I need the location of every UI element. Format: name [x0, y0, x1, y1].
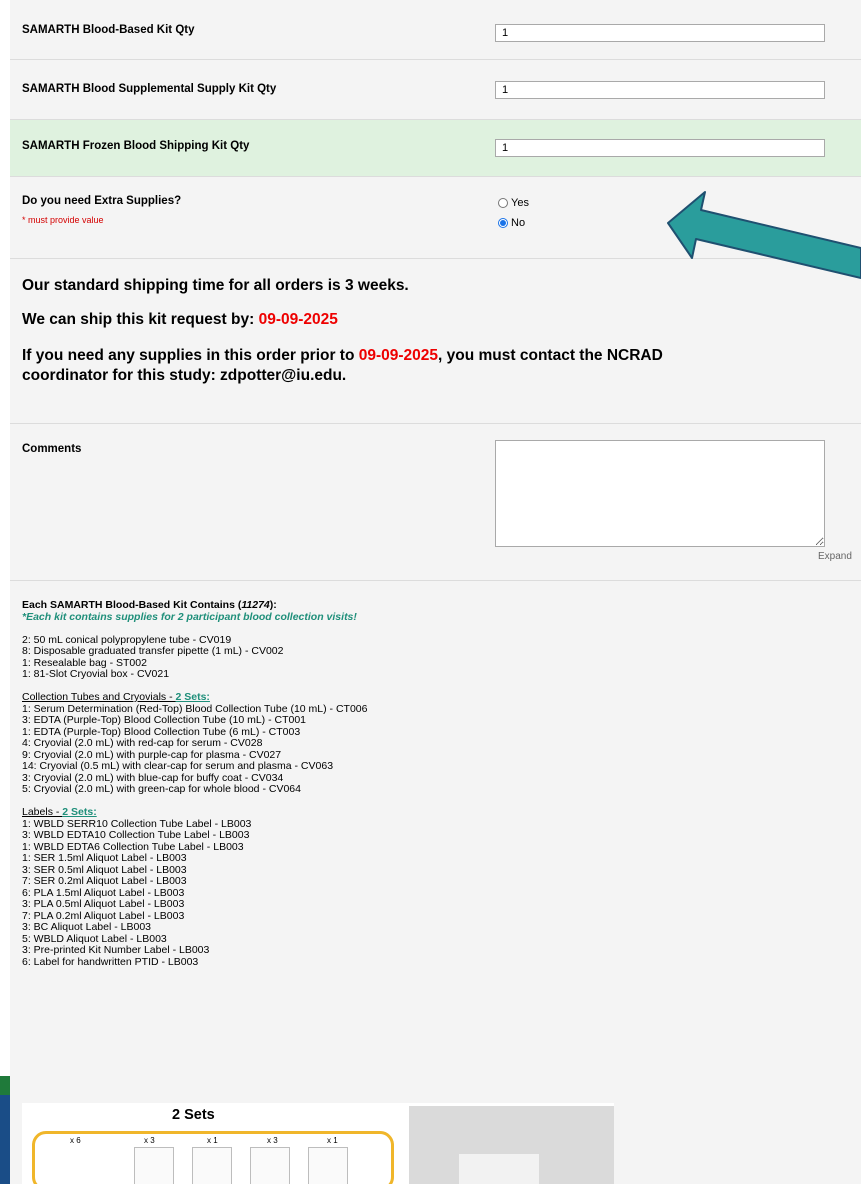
kit-contents-title: Each SAMARTH Blood-Based Kit Contains (1…	[22, 599, 368, 612]
illustration-qty: x 1	[327, 1136, 338, 1145]
label-card-image	[192, 1147, 232, 1184]
form-panel: SAMARTH Blood-Based Kit Qty SAMARTH Bloo…	[10, 0, 861, 1184]
collection-heading-text: Collection Tubes and Cryovials -	[22, 691, 176, 703]
radio-yes-icon[interactable]	[498, 198, 508, 208]
radio-no-label: No	[511, 217, 526, 229]
list-item: 14: Cryovial (0.5 mL) with clear-cap for…	[22, 760, 334, 772]
list-item: 3: WBLD EDTA10 Collection Tube Label - L…	[22, 829, 250, 841]
labels-sets: 2 Sets:	[62, 806, 97, 818]
list-item: 6: Label for handwritten PTID - LB003	[22, 955, 199, 968]
list-item: 3: PLA 0.5ml Aliquot Label - LB003	[22, 898, 185, 910]
contact-prefix: If you need any supplies in this order p…	[22, 347, 359, 364]
field-row-supplemental-kit: SAMARTH Blood Supplemental Supply Kit Qt…	[10, 60, 861, 120]
kit-contents: Each SAMARTH Blood-Based Kit Contains (1…	[22, 599, 368, 968]
illustration-qty: x 3	[144, 1136, 155, 1145]
illustration-qty: x 1	[207, 1136, 218, 1145]
list-item: 8: Disposable graduated transfer pipette…	[22, 645, 284, 657]
comments-textarea[interactable]	[495, 440, 825, 547]
list-item: 1: SER 1.5ml Aliquot Label - LB003	[22, 852, 187, 864]
frozen-shipping-kit-qty-input[interactable]	[495, 139, 825, 157]
kit-contents-subtitle: *Each kit contains supplies for 2 partic…	[22, 610, 357, 623]
field-label: SAMARTH Blood Supplemental Supply Kit Qt…	[22, 83, 277, 95]
comments-label: Comments	[22, 443, 82, 455]
expand-link[interactable]: Expand	[818, 551, 852, 562]
left-edge-strip	[0, 0, 10, 1184]
label-card-image	[250, 1147, 290, 1184]
kit-title-suffix: ):	[269, 599, 277, 611]
kit-id: 11274	[241, 599, 270, 611]
field-row-blood-based-kit: SAMARTH Blood-Based Kit Qty	[10, 0, 861, 60]
label-card-image	[308, 1147, 348, 1184]
field-label: SAMARTH Frozen Blood Shipping Kit Qty	[22, 140, 250, 152]
blood-based-kit-qty-input[interactable]	[495, 24, 825, 42]
contact-text-line2: coordinator for this study: zdpotter@iu.…	[22, 367, 347, 384]
radio-yes-label: Yes	[511, 197, 529, 209]
list-item: 4: Cryovial (2.0 mL) with red-cap for se…	[22, 737, 263, 749]
shipping-time-text: Our standard shipping time for all order…	[22, 277, 409, 294]
list-item: 3: BC Aliquot Label - LB003	[22, 921, 152, 933]
illustration-qty: x 3	[267, 1136, 278, 1145]
label-card-image	[134, 1147, 174, 1184]
resealable-bag-image	[409, 1106, 614, 1184]
radio-option-no[interactable]: No	[498, 217, 525, 229]
kit-title-prefix: Each SAMARTH Blood-Based Kit Contains (	[22, 599, 242, 611]
field-row-frozen-shipping-kit: SAMARTH Frozen Blood Shipping Kit Qty	[10, 120, 861, 177]
list-item: 3: EDTA (Purple-Top) Blood Collection Tu…	[22, 714, 307, 726]
list-item: 5: Cryovial (2.0 mL) with green-cap for …	[22, 783, 301, 795]
left-edge-blue-accent	[0, 1095, 10, 1184]
required-note: * must provide value	[22, 215, 104, 225]
contact-text-line1: If you need any supplies in this order p…	[22, 346, 663, 366]
list-item: 1: 81-Slot Cryovial box - CV021	[22, 668, 170, 680]
contact-suffix: , you must contact the NCRAD	[438, 347, 663, 364]
shipping-info-section: Our standard shipping time for all order…	[10, 259, 861, 424]
labels-heading-text: Labels -	[22, 806, 63, 818]
list-item: 3: Pre-printed Kit Number Label - LB003	[22, 944, 210, 956]
contact-date: 09-09-2025	[358, 347, 439, 364]
list-item: 7: SER 0.2ml Aliquot Label - LB003	[22, 875, 187, 887]
ship-by-date: 09-09-2025	[258, 311, 338, 328]
illustration-qty: x 6	[70, 1136, 81, 1145]
left-edge-green-accent	[0, 1076, 10, 1095]
radio-no-icon[interactable]	[498, 218, 508, 228]
ship-by-prefix: We can ship this kit request by:	[22, 311, 259, 328]
supplemental-supply-kit-qty-input[interactable]	[495, 81, 825, 99]
labels-section-heading: Labels - 2 Sets:	[22, 806, 368, 819]
radio-option-yes[interactable]: Yes	[498, 197, 529, 209]
kit-illustration: 2 Sets x 6 x 3 x 1 x 3 x 1	[22, 1103, 614, 1184]
illustration-title: 2 Sets	[172, 1107, 215, 1123]
field-label: SAMARTH Blood-Based Kit Qty	[22, 24, 195, 36]
collection-section-heading: Collection Tubes and Cryovials - 2 Sets:	[22, 691, 368, 704]
collection-sets: 2 Sets:	[175, 691, 210, 703]
field-label: Do you need Extra Supplies?	[22, 195, 182, 207]
ship-by-text: We can ship this kit request by: 09-09-2…	[22, 310, 338, 330]
annotation-arrow-icon	[667, 191, 861, 279]
